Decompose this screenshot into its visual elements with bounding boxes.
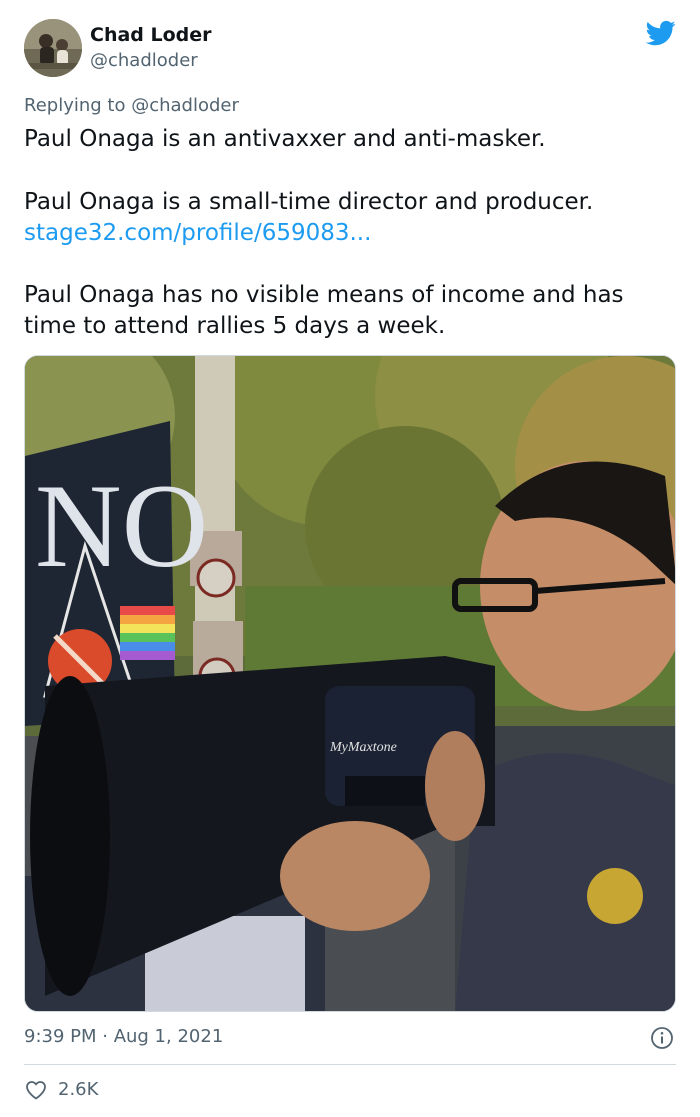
reply-handle-link[interactable]: @chadloder — [131, 95, 239, 116]
sign-text: NO — [35, 459, 208, 592]
tweet-paragraph-2-text: Paul Onaga is a small-time director and … — [24, 189, 594, 215]
tweet-paragraph-1: Paul Onaga is an antivaxxer and anti-mas… — [24, 126, 546, 152]
avatar[interactable] — [24, 19, 82, 77]
like-count: 2.6K — [58, 1079, 99, 1100]
heart-icon — [26, 1081, 46, 1100]
reply-prefix: Replying to — [24, 95, 126, 116]
reply-context: Replying to @chadloder — [24, 95, 239, 117]
info-icon[interactable] — [650, 1026, 674, 1050]
tweet-timestamp[interactable]: 9:39 PM · Aug 1, 2021 — [24, 1026, 223, 1048]
tweet-media-photo[interactable]: NO MyMaxtone — [24, 355, 676, 1012]
like-button[interactable]: 2.6K — [24, 1076, 98, 1104]
megaphone-brand: MyMaxtone — [329, 740, 397, 755]
author-name[interactable]: Chad Loder — [90, 24, 212, 46]
tweet-paragraph-3: Paul Onaga has no visible means of incom… — [24, 282, 624, 339]
profile-link[interactable]: stage32.com/profile/659083... — [24, 218, 674, 249]
author-handle[interactable]: @chadloder — [90, 50, 198, 72]
twitter-bird-icon[interactable] — [644, 18, 678, 48]
tweet-card: Chad Loder @chadloder Replying to @chadl… — [0, 0, 700, 1117]
divider — [24, 1064, 676, 1065]
tweet-paragraph-2: Paul Onaga is a small-time director and … — [24, 187, 674, 249]
